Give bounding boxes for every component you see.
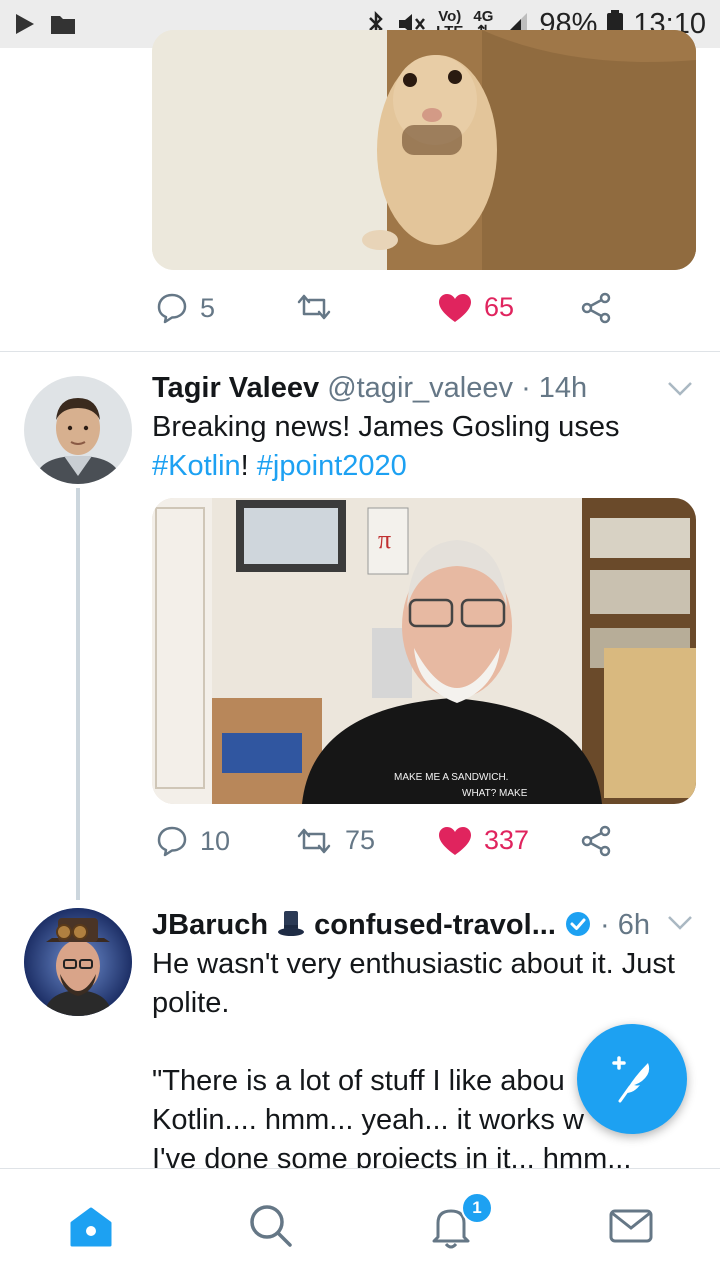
tweet-actions: 10 75 337 xyxy=(152,825,622,865)
avatar-jbaruch[interactable] xyxy=(24,908,132,1016)
separator-dot: · xyxy=(521,372,531,404)
retweet-button[interactable] xyxy=(295,292,333,322)
tweet-text-line: polite. xyxy=(152,987,230,1019)
share-icon xyxy=(581,825,611,857)
share-icon xyxy=(581,292,611,324)
heart-filled-icon xyxy=(439,826,471,855)
shirt-text-line-2: WHAT? MAKE xyxy=(462,788,528,799)
retweet-icon xyxy=(297,294,331,320)
network-type-label: 4G xyxy=(473,8,494,25)
tweet-text-fragment: ! xyxy=(240,450,249,482)
notifications-count-badge: 1 xyxy=(461,1192,493,1224)
hashtag-link[interactable]: #Kotlin xyxy=(152,450,241,482)
hashtag-link[interactable]: #jpoint2020 xyxy=(257,450,407,482)
author-handle[interactable]: @tagir_valeev xyxy=(327,372,513,404)
author-display-name[interactable]: confused-travol... xyxy=(314,909,556,941)
tweet-text-line: Breaking news! James Gosling uses xyxy=(152,411,620,443)
reply-icon xyxy=(157,293,187,324)
reply-button[interactable]: 5 xyxy=(156,292,215,324)
avatar-tagir[interactable] xyxy=(24,376,132,484)
hamster-illustration xyxy=(152,30,696,270)
like-button[interactable]: 65 xyxy=(438,292,514,323)
tweet-text-line: He wasn't very enthusiastic about it. Ju… xyxy=(152,948,675,980)
share-button[interactable] xyxy=(580,825,612,857)
share-button[interactable] xyxy=(580,292,612,324)
tweet-header: Tagir Valeev @tagir_valeev · 14h xyxy=(152,372,587,405)
tweet-image-gosling[interactable]: π MAKE ME A SANDWICH. WHAT? MAKE xyxy=(152,498,696,804)
like-count: 65 xyxy=(484,292,515,322)
retweet-icon xyxy=(297,828,331,853)
messages-mail-icon[interactable] xyxy=(606,1201,656,1251)
chevron-down-icon[interactable] xyxy=(666,380,694,398)
bottom-navigation xyxy=(0,1168,720,1281)
tweet-time: 14h xyxy=(538,372,588,404)
tweet-text: Breaking news! James Gosling uses #Kotli… xyxy=(152,408,702,486)
heart-filled-icon xyxy=(439,293,471,322)
verified-badge-icon xyxy=(565,912,590,936)
thread-connector-line xyxy=(76,488,80,900)
like-count: 337 xyxy=(484,825,530,855)
compose-feather-icon xyxy=(612,1056,650,1103)
author-name[interactable]: JBaruch xyxy=(152,909,268,941)
compose-tweet-button[interactable] xyxy=(577,1024,687,1134)
tweet-actions: 5 65 xyxy=(152,292,622,332)
chevron-down-icon[interactable] xyxy=(666,914,694,932)
reply-icon xyxy=(157,826,187,857)
retweet-button[interactable]: 75 xyxy=(295,825,375,856)
reply-count: 5 xyxy=(200,292,216,323)
reply-count: 10 xyxy=(200,825,231,856)
svg-text:π: π xyxy=(378,525,391,554)
gosling-photo-illustration: π MAKE ME A SANDWICH. WHAT? MAKE xyxy=(152,498,696,804)
avatar-portrait xyxy=(24,376,132,484)
author-name[interactable]: Tagir Valeev xyxy=(152,372,319,404)
retweet-count: 75 xyxy=(345,825,376,855)
play-store-icon xyxy=(16,14,34,34)
home-icon[interactable] xyxy=(66,1201,116,1251)
tweet-header: JBaruch confused-travol... · 6h xyxy=(152,908,650,942)
tweet-time: 6h xyxy=(617,909,650,941)
like-button[interactable]: 337 xyxy=(438,825,529,856)
search-icon[interactable] xyxy=(246,1201,296,1251)
tweet-image-hamster[interactable] xyxy=(152,30,696,270)
tweet-text-line: #Kotlin! #jpoint2020 xyxy=(152,447,702,486)
tweet-divider xyxy=(0,351,720,352)
volte-label: Vo) xyxy=(438,8,462,25)
separator-dot: · xyxy=(600,909,610,941)
folder-icon xyxy=(51,16,75,34)
reply-button[interactable]: 10 xyxy=(156,825,230,857)
avatar-portrait xyxy=(24,908,132,1016)
shirt-text-line-1: MAKE ME A SANDWICH. xyxy=(394,772,508,783)
top-hat-icon xyxy=(278,911,305,936)
